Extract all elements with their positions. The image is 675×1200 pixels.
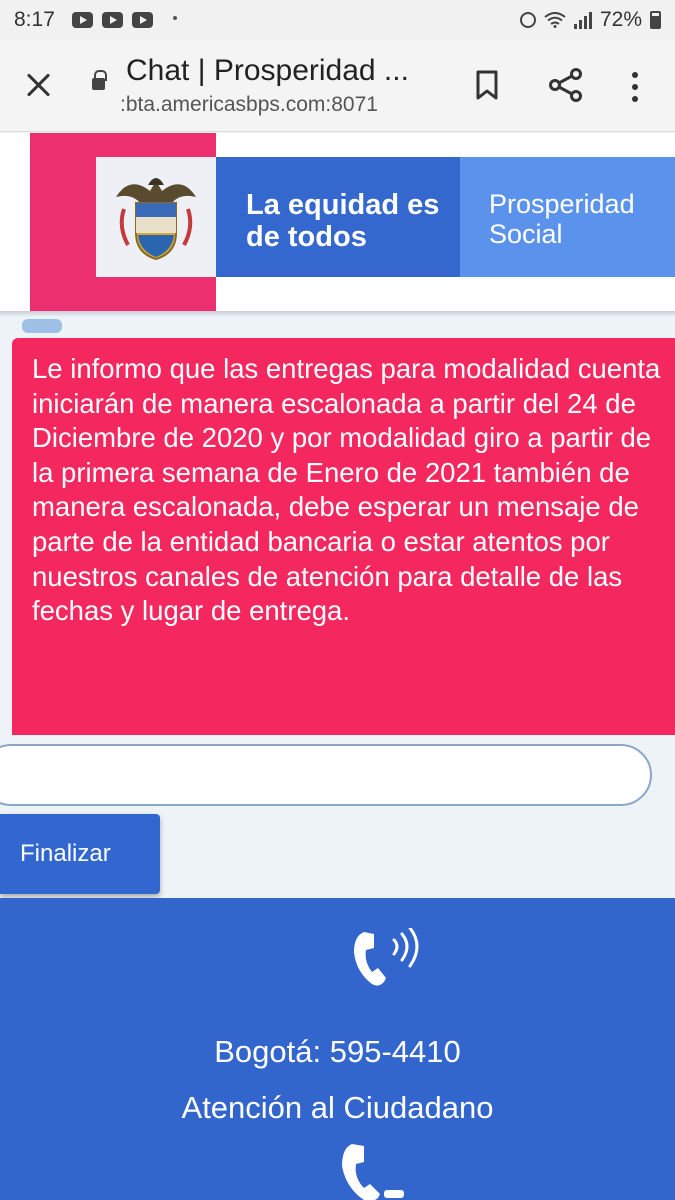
youtube-notification-icon	[72, 12, 93, 28]
page-url[interactable]: :bta.americasbps.com:8071	[120, 93, 378, 117]
header-banner: La equidad es de todos Prosperidad Socia…	[0, 133, 675, 311]
more-notifications-icon	[173, 16, 177, 20]
chat-page: La equidad es de todos Prosperidad Socia…	[0, 133, 675, 1200]
youtube-notification-icon	[102, 12, 123, 28]
banner-brand: Prosperidad Social	[489, 189, 635, 249]
battery-icon	[650, 11, 661, 29]
alarm-icon	[519, 12, 536, 28]
bookmark-icon[interactable]	[475, 70, 499, 100]
coat-of-arms-icon	[116, 178, 196, 261]
footer-phone-number[interactable]: Bogotá: 595-4410	[0, 1034, 675, 1070]
chat-input[interactable]	[0, 744, 652, 806]
footer-label: Atención al Ciudadano	[181, 1090, 494, 1125]
chat-avatar-tab	[22, 319, 62, 333]
status-bar: 8:17 72%	[0, 0, 675, 40]
phone-icon	[342, 1144, 404, 1200]
browser-toolbar: Chat | Prosperidad ... :bta.americasbps.…	[0, 40, 675, 132]
contact-footer: Bogotá: 595-4410 Atención al Ciudadano	[0, 898, 675, 1200]
signal-icon	[573, 11, 592, 29]
phone-ringing-icon	[354, 928, 419, 986]
close-icon[interactable]	[24, 70, 54, 100]
wifi-icon	[544, 12, 566, 28]
banner-motto: La equidad es de todos	[246, 189, 440, 253]
finalizar-button[interactable]: Finalizar	[0, 814, 160, 894]
overflow-menu-icon[interactable]	[632, 72, 640, 102]
share-icon[interactable]	[548, 68, 584, 102]
youtube-notification-icon	[132, 12, 153, 28]
lock-icon[interactable]	[92, 70, 107, 90]
page-title[interactable]: Chat | Prosperidad ...	[126, 54, 409, 88]
battery-percent: 72%	[599, 8, 642, 31]
chat-message-bubble: Le informo que las entregas para modalid…	[12, 338, 675, 735]
status-indicators: 72%	[519, 8, 661, 32]
status-time: 8:17	[14, 8, 55, 31]
banner-shadow	[0, 311, 675, 317]
